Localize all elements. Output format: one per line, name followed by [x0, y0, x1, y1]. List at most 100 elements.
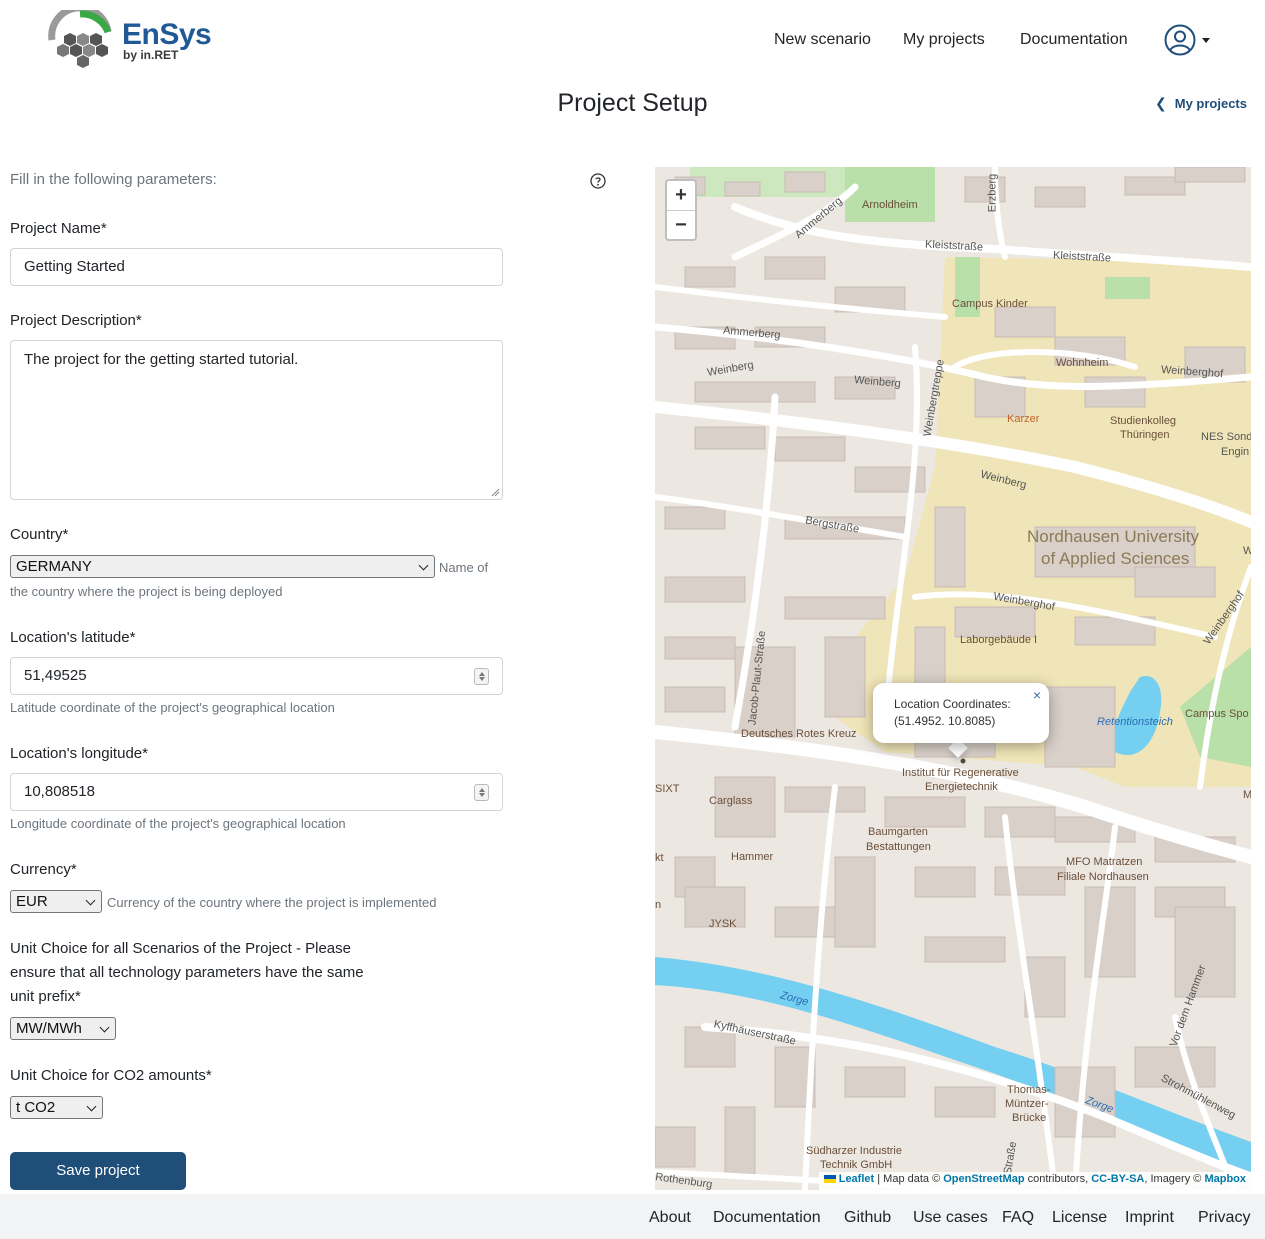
attribution-text: , Imagery ©: [1144, 1173, 1205, 1185]
openstreetmap-link[interactable]: OpenStreetMap: [943, 1173, 1024, 1185]
back-to-my-projects-link[interactable]: ❮ My projects: [1155, 95, 1247, 112]
unit-choice-select[interactable]: MW/MWh: [10, 1017, 116, 1040]
zoom-in-button[interactable]: +: [667, 181, 695, 210]
map-label-erzberg: Erzberg: [986, 173, 999, 213]
latitude-input[interactable]: 51,49525: [10, 657, 503, 695]
currency-select[interactable]: EUR: [10, 890, 102, 913]
currency-label: Currency*: [10, 861, 77, 878]
map-label-w: W: [1243, 545, 1251, 557]
attribution-text: contributors,: [1024, 1173, 1092, 1185]
chevron-down-icon: [85, 895, 96, 906]
popup-close-button[interactable]: ×: [1033, 687, 1041, 704]
map-label-baumgarten-line-1: Baumgarten: [868, 826, 928, 838]
map-label-wohnheim: Wohnheim: [1056, 357, 1109, 369]
nav-documentation[interactable]: Documentation: [1020, 31, 1128, 49]
longitude-stepper[interactable]: [474, 784, 489, 801]
map-label-studienkolleg-2: Thüringen: [1120, 429, 1170, 441]
location-popup: Location Coordinates: (51.4952. 10.8085)…: [873, 683, 1049, 743]
map-label-mfo-line-2: Filiale Nordhausen: [1057, 871, 1149, 883]
map-label-nes-2: Engin: [1221, 446, 1250, 458]
map-label-jysk: JYSK: [709, 918, 737, 930]
map-label-nes-1: NES Sond: [1201, 431, 1251, 443]
user-menu-caret-icon[interactable]: [1202, 38, 1210, 43]
map-label-suedharzer-line-2: Technik GmbH: [820, 1159, 893, 1171]
currency-select-value: EUR: [16, 893, 48, 910]
popup-title: Location Coordinates:: [894, 697, 1011, 711]
chevron-down-icon: [418, 560, 429, 571]
ukraine-flag-icon: [823, 1175, 836, 1183]
unit-choice-label-line-3: unit prefix*: [10, 988, 81, 1005]
map-label-arnoldheim: Arnoldheim: [862, 199, 918, 211]
map-label-studienkolleg-1: Studienkolleg: [1110, 415, 1177, 427]
nav-new-scenario[interactable]: New scenario: [774, 31, 871, 49]
zoom-out-button[interactable]: −: [667, 210, 695, 239]
brand-subtitle: by in.RET: [123, 48, 179, 62]
footer-link-imprint[interactable]: Imprint: [1125, 1209, 1174, 1227]
map-label-karzer: Karzer: [1007, 413, 1040, 425]
chevron-left-icon: ❮: [1155, 95, 1167, 111]
country-label: Country*: [10, 526, 69, 543]
map-label-sixt: SIXT: [655, 783, 680, 795]
help-icon[interactable]: [590, 173, 606, 189]
chevron-down-icon: [86, 1101, 97, 1112]
unit-choice-label-line-1: Unit Choice for all Scenarios of the Pro…: [10, 940, 351, 957]
map-label-thomas-line-1: Thomas-: [1007, 1084, 1051, 1096]
resize-handle-icon[interactable]: [491, 488, 500, 497]
leaflet-link[interactable]: Leaflet: [839, 1173, 874, 1185]
latitude-label: Location's latitude*: [10, 629, 136, 646]
map-label-institut-line-2: Energietechnik: [925, 781, 998, 793]
country-hint-part-1: Name of: [439, 560, 489, 575]
unit-choice-select-value: MW/MWh: [16, 1020, 82, 1037]
nav-my-projects[interactable]: My projects: [903, 31, 985, 49]
footer-link-documentation[interactable]: Documentation: [713, 1209, 821, 1227]
latitude-hint: Latitude coordinate of the project's geo…: [10, 700, 335, 715]
co2-unit-select-value: t CO2: [16, 1099, 56, 1116]
footer-link-privacy[interactable]: Privacy: [1198, 1209, 1250, 1227]
currency-hint: Currency of the country where the projec…: [107, 895, 437, 910]
map-attribution: Leaflet | Map data © OpenStreetMap contr…: [818, 1172, 1251, 1190]
cc-by-sa-link[interactable]: CC-BY-SA: [1091, 1173, 1144, 1185]
form-intro: Fill in the following parameters:: [10, 171, 217, 188]
footer-link-use-cases[interactable]: Use cases: [913, 1209, 988, 1227]
save-project-button[interactable]: Save project: [10, 1152, 186, 1190]
popup-coordinates: (51.4952. 10.8085): [894, 714, 996, 728]
map-label-thomas-line-3: Brücke: [1012, 1112, 1047, 1124]
co2-unit-select[interactable]: t CO2: [10, 1096, 103, 1119]
map-label-mfo-line-1: MFO Matratzen: [1066, 856, 1143, 868]
map-label-campus-sport: Campus Spo: [1185, 708, 1249, 720]
project-name-label: Project Name*: [10, 220, 107, 237]
chevron-down-icon: [99, 1022, 110, 1033]
mapbox-link[interactable]: Mapbox: [1204, 1173, 1246, 1185]
map-label-retentionsteich: Retentionsteich: [1097, 716, 1173, 728]
back-link-label: My projects: [1174, 96, 1247, 111]
user-account-icon[interactable]: [1164, 24, 1196, 56]
map-label-thomas-line-2: Müntzer-: [1005, 1098, 1049, 1110]
attribution-text: | Map data ©: [874, 1173, 944, 1185]
ensys-logo-icon: [48, 4, 112, 68]
longitude-hint: Longitude coordinate of the project's ge…: [10, 816, 346, 831]
project-name-input[interactable]: Getting Started: [10, 248, 503, 286]
brand-name: EnSys: [122, 18, 212, 51]
map-label-laborgebaeude: Laborgebäude I: [960, 634, 1038, 646]
longitude-input[interactable]: 10,808518: [10, 773, 503, 811]
ensys-logo[interactable]: EnSys by in.RET: [46, 4, 216, 70]
footer-link-license[interactable]: License: [1052, 1209, 1107, 1227]
map-label-n: n: [655, 899, 662, 911]
map-label-institut-line-1: Institut für Regenerative: [902, 767, 1019, 779]
unit-choice-label-line-2: ensure that all technology parameters ha…: [10, 964, 364, 981]
project-description-value: The project for the getting started tuto…: [24, 351, 299, 368]
map-label-baumgarten-line-2: Bestattungen: [866, 841, 931, 853]
footer-link-github[interactable]: Github: [844, 1209, 891, 1227]
country-hint-part-2: the country where the project is being d…: [10, 584, 283, 599]
country-select[interactable]: GERMANY: [10, 555, 435, 578]
location-map[interactable]: Arnoldheim Ammerberg Erzberg Kleiststraß…: [655, 167, 1251, 1190]
map-label-drk: Deutsches Rotes Kreuz: [741, 728, 857, 740]
co2-unit-label: Unit Choice for CO2 amounts*: [10, 1067, 212, 1084]
latitude-stepper[interactable]: [474, 668, 489, 685]
footer-link-faq[interactable]: FAQ: [1002, 1209, 1034, 1227]
project-description-label: Project Description*: [10, 312, 142, 329]
page-title: Project Setup: [557, 89, 708, 117]
project-description-textarea[interactable]: The project for the getting started tuto…: [10, 340, 503, 500]
map-zoom-controls: + −: [665, 179, 697, 241]
footer-link-about[interactable]: About: [649, 1209, 691, 1227]
